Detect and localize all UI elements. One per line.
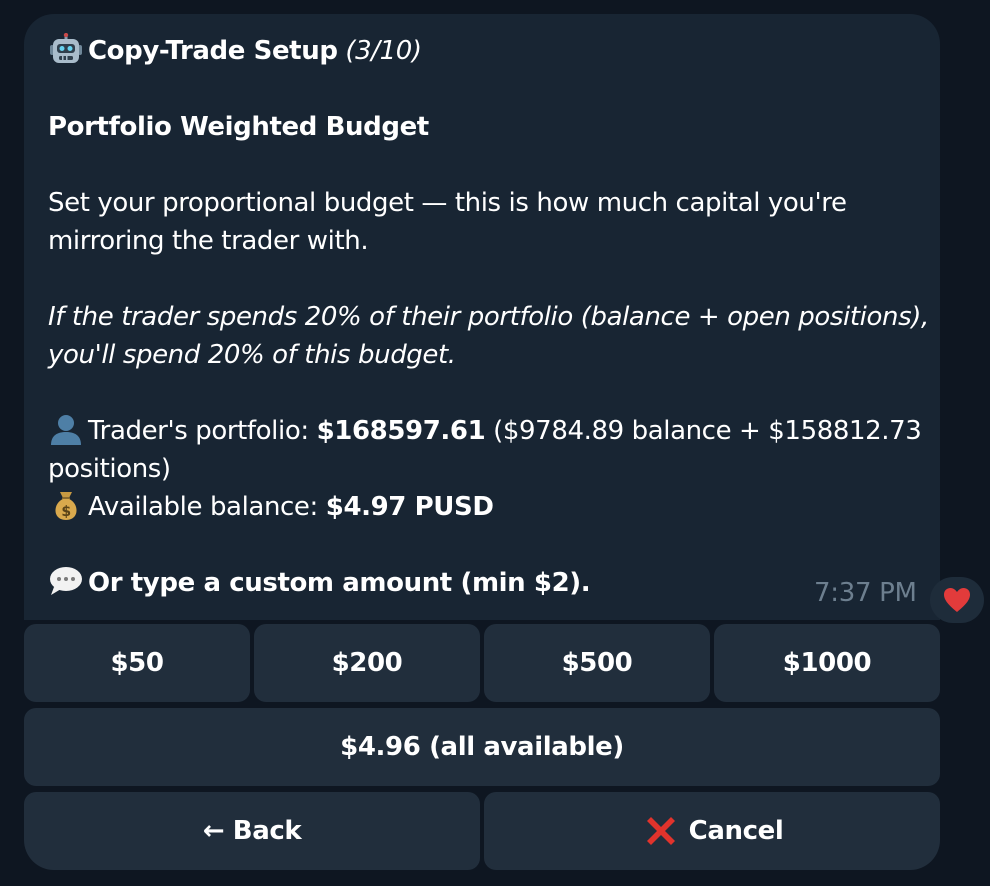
back-button[interactable]: ← Back — [24, 792, 480, 870]
portfolio-label: Trader's portfolio: — [88, 416, 317, 446]
description-line-1: Set your proportional budget — this is h… — [48, 188, 847, 218]
portfolio-value: $168597.61 — [316, 416, 486, 446]
message-header: Copy-Trade Setup (3/10) — [48, 32, 928, 70]
red-heart-icon — [944, 588, 970, 612]
message-timestamp: 7:37 PM — [814, 578, 917, 608]
speech-bubble-icon — [48, 565, 88, 597]
amount-200-button[interactable]: $200 — [254, 624, 480, 702]
italic-note-line-1: If the trader spends 20% of their portfo… — [48, 302, 929, 332]
svg-text:$: $ — [61, 504, 70, 520]
cancel-button[interactable]: Cancel — [484, 792, 940, 870]
user-silhouette-icon — [48, 413, 88, 445]
setup-title: Copy-Trade Setup — [88, 36, 338, 66]
italic-note-line-2: you'll spend 20% of this budget. — [48, 340, 456, 370]
cancel-label: Cancel — [688, 816, 784, 846]
money-bag-icon: $ — [48, 489, 88, 521]
amount-1000-button[interactable]: $1000 — [714, 624, 940, 702]
custom-amount-text: Or type a custom amount (min $2). — [88, 568, 591, 598]
robot-icon — [48, 33, 88, 65]
section-title: Portfolio Weighted Budget — [48, 112, 429, 142]
balance-label: Available balance: — [88, 492, 326, 522]
cross-mark-icon — [646, 817, 675, 845]
balance-value: $4.97 PUSD — [325, 492, 494, 522]
message-bubble: Copy-Trade Setup (3/10) Portfolio Weight… — [24, 14, 940, 620]
available-balance-line: $ Available balance: $4.97 PUSD — [48, 488, 928, 526]
amount-500-button[interactable]: $500 — [484, 624, 710, 702]
setup-step: (3/10) — [345, 36, 422, 66]
message-text: Copy-Trade Setup (3/10) Portfolio Weight… — [48, 32, 929, 602]
portfolio-detail-continued: positions) — [48, 454, 171, 484]
reaction-badge[interactable] — [930, 577, 984, 623]
portfolio-detail: ($9784.89 balance + $158812.73 — [485, 416, 922, 446]
description-line-2: mirroring the trader with. — [48, 226, 369, 256]
trader-portfolio-line: Trader's portfolio: $168597.61 ($9784.89… — [48, 412, 928, 450]
all-available-button[interactable]: $4.96 (all available) — [24, 708, 940, 786]
custom-amount-line: Or type a custom amount (min $2). — [48, 564, 928, 602]
amount-50-button[interactable]: $50 — [24, 624, 250, 702]
